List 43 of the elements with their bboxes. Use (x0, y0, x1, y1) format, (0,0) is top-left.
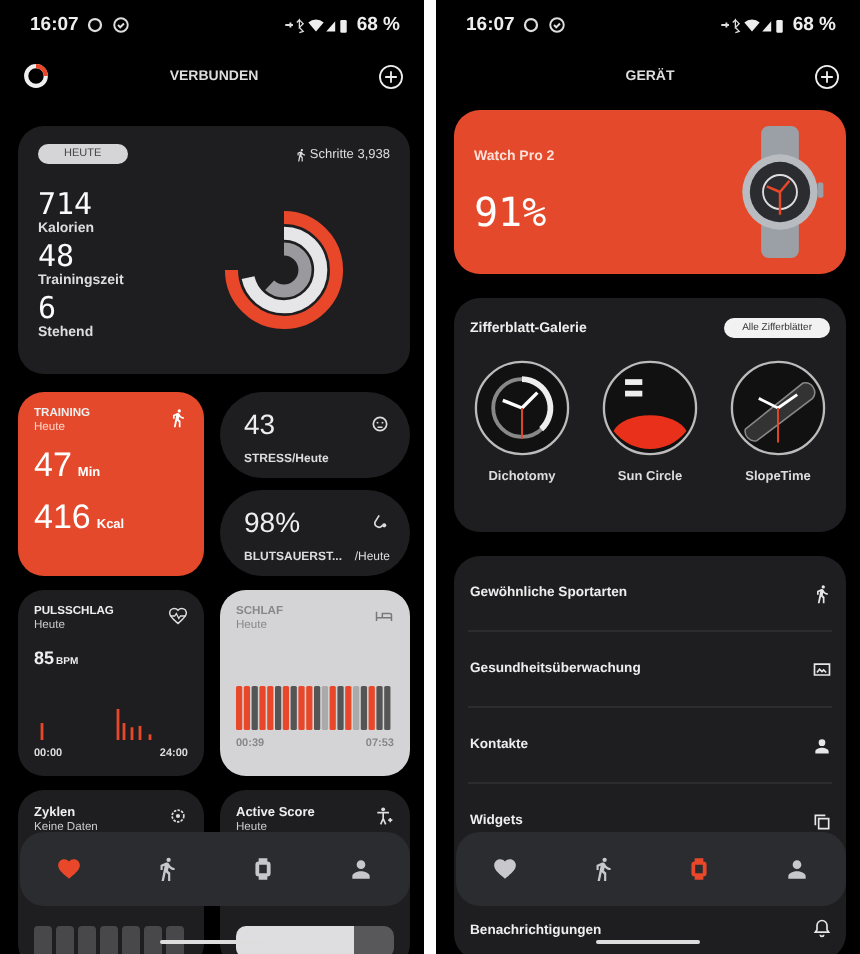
battery-percentage: 68 % (356, 13, 400, 35)
runner-icon (168, 408, 188, 428)
runner-icon (812, 583, 832, 603)
training-value: 416 (34, 498, 91, 538)
picture-frame-icon (812, 659, 832, 679)
check-circle-icon (548, 15, 567, 33)
bed-icon (374, 606, 394, 626)
watch-icon[interactable] (250, 856, 277, 882)
training-value: 47 (34, 446, 72, 486)
pulse-value: 85 (34, 648, 55, 668)
home-indicator (596, 940, 700, 944)
watch-face-drawing[interactable] (474, 360, 570, 456)
stat-value: 714 (38, 189, 95, 219)
bell-icon (812, 918, 832, 938)
sync-icon (522, 15, 541, 33)
ring-logo-icon (22, 62, 50, 90)
walker-icon (293, 147, 308, 161)
watch-icon[interactable] (686, 856, 713, 882)
person-icon[interactable] (348, 856, 375, 882)
status-time: 16:07 (30, 13, 79, 35)
heart-icon[interactable] (55, 856, 82, 882)
battery-percentage: 68 % (792, 13, 836, 35)
watch-face-drawing[interactable] (602, 360, 698, 456)
stress-value: 43 (244, 408, 276, 440)
copy-icon (812, 811, 832, 831)
stat-value: 48 (38, 241, 77, 271)
person-plus-icon (374, 806, 394, 826)
person-icon (812, 735, 832, 755)
sync-icon (86, 15, 105, 33)
status-time: 16:07 (466, 13, 515, 35)
watch-face-drawing[interactable] (730, 360, 826, 456)
check-circle-icon (112, 15, 131, 33)
heart-pulse-icon (168, 606, 188, 626)
device-battery: 91% (474, 187, 549, 235)
face-icon (370, 414, 390, 434)
add-icon[interactable] (814, 63, 840, 89)
person-icon[interactable] (784, 856, 811, 882)
add-icon[interactable] (378, 63, 404, 89)
system-status-icons (284, 15, 349, 33)
blood-oxygen-value: 98% (244, 506, 301, 538)
system-status-icons (720, 15, 785, 33)
heart-icon[interactable] (491, 856, 518, 882)
stat-value: 6 (38, 293, 59, 323)
